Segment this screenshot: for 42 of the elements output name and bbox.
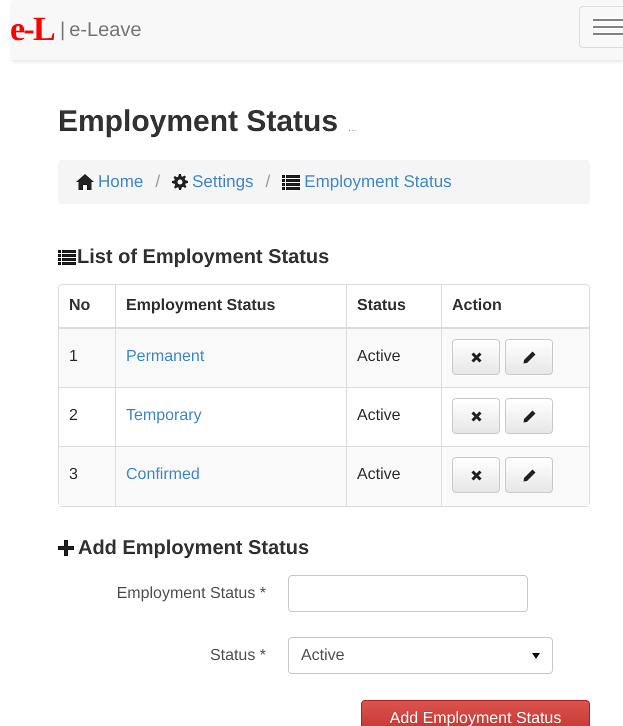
- delete-button[interactable]: [452, 339, 500, 375]
- status-link[interactable]: Confirmed: [126, 466, 200, 483]
- breadcrumb-link[interactable]: Employment Status: [304, 169, 452, 195]
- pencil-icon: [522, 410, 536, 422]
- table-cell: Active: [346, 447, 441, 506]
- delete-button[interactable]: [452, 457, 500, 493]
- edit-button[interactable]: [505, 339, 553, 375]
- menu-button[interactable]: [579, 6, 623, 48]
- delete-button[interactable]: [452, 398, 500, 434]
- table-cell-text: 3: [68, 465, 79, 485]
- input-field[interactable]: [288, 575, 528, 612]
- breadcrumb-link[interactable]: Settings: [192, 169, 254, 195]
- breadcrumb-link[interactable]: Home: [98, 169, 144, 195]
- breadcrumb-separator: /: [155, 171, 160, 194]
- list-icon: [58, 250, 76, 264]
- close-icon: [470, 470, 482, 480]
- dropdown-icon: [532, 652, 540, 658]
- app-name: e-Leave: [69, 18, 142, 43]
- status-link[interactable]: Permanent: [126, 348, 204, 365]
- pencil-icon: [522, 468, 536, 482]
- close-icon: [470, 410, 482, 422]
- breadcrumb-separator: /: [266, 171, 270, 194]
- home-icon: [76, 174, 94, 190]
- status-link[interactable]: Temporary: [126, 407, 202, 424]
- close-icon: [470, 352, 482, 362]
- field-label: Status *: [208, 646, 267, 666]
- settings-icon: [172, 174, 188, 190]
- section-heading: List of Employment Status: [77, 245, 330, 270]
- field-label: Employment Status *: [116, 584, 267, 604]
- separator: |: [60, 18, 66, 43]
- page-subtitle: ...: [348, 122, 356, 136]
- list-icon: [282, 174, 300, 190]
- edit-button[interactable]: [505, 457, 553, 493]
- plus-icon: [58, 540, 74, 556]
- page-title: Employment Status: [58, 104, 338, 140]
- section-heading: Add Employment Status: [78, 536, 310, 561]
- select-field[interactable]: Active: [288, 637, 553, 674]
- menu-icon: [593, 19, 623, 35]
- pencil-icon: [522, 350, 536, 364]
- logo: e-L: [10, 13, 54, 47]
- edit-button[interactable]: [505, 398, 553, 434]
- add-button[interactable]: Add Employment Status: [361, 700, 590, 726]
